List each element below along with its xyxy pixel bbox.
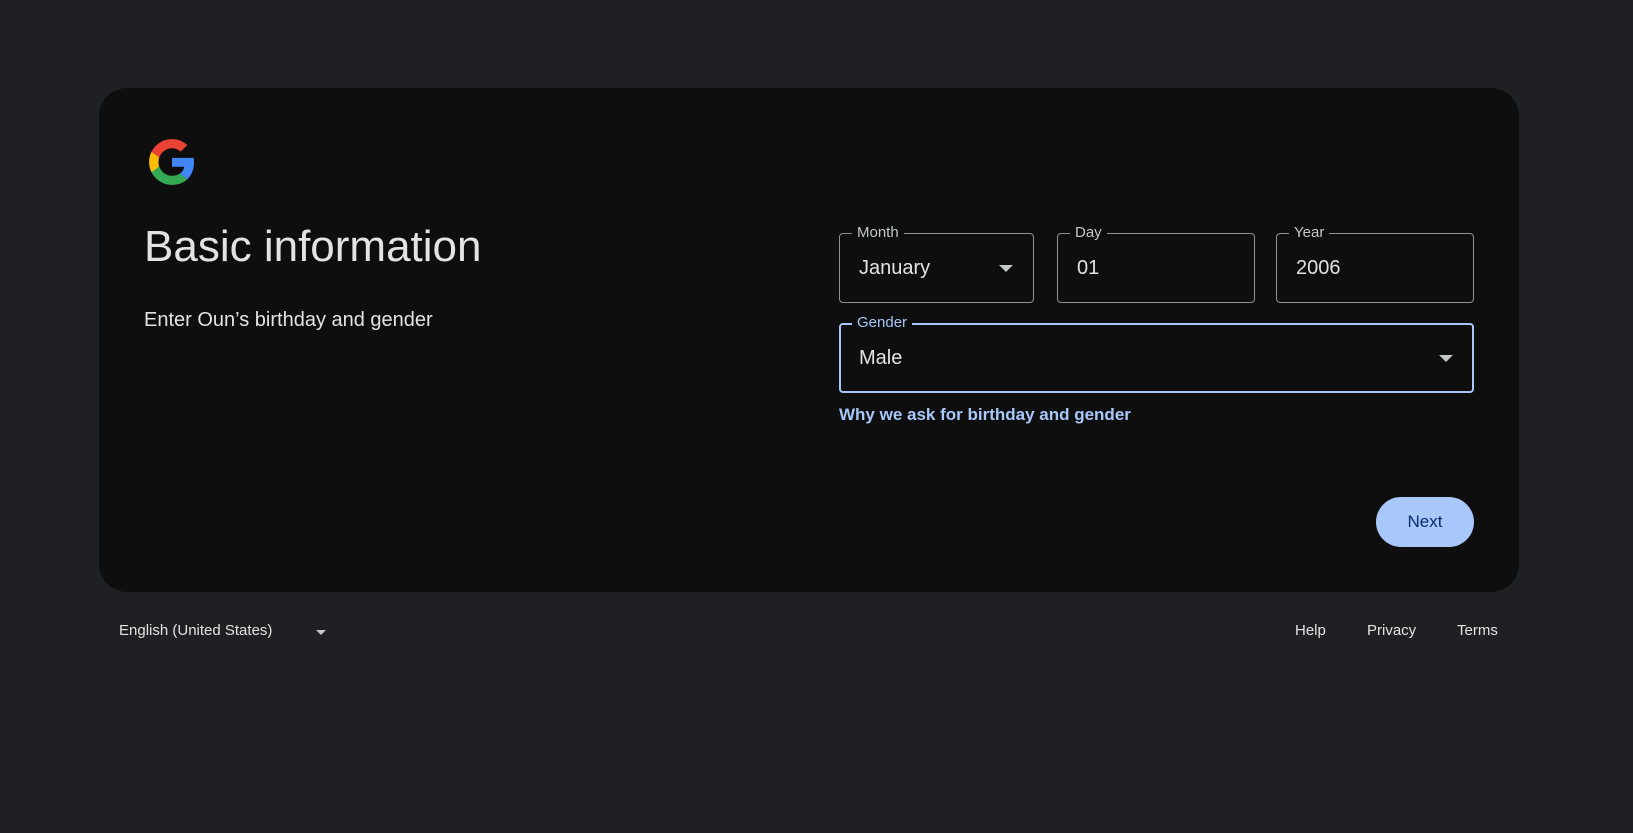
year-input[interactable]: Year 2006 [1276, 223, 1474, 303]
year-value: 2006 [1296, 257, 1341, 279]
help-link[interactable]: Help [1295, 622, 1326, 639]
gender-value: Male [859, 347, 903, 369]
privacy-link[interactable]: Privacy [1367, 622, 1416, 639]
chevron-down-icon[interactable] [316, 630, 326, 635]
terms-link[interactable]: Terms [1457, 622, 1498, 639]
day-value: 01 [1077, 257, 1100, 279]
chevron-down-icon [999, 265, 1013, 272]
next-button[interactable]: Next [1376, 497, 1474, 547]
page-title: Basic information [144, 222, 482, 271]
google-logo-icon [149, 139, 194, 185]
month-select[interactable]: Month January [839, 223, 1034, 303]
month-value: January [859, 257, 931, 279]
footer: English (United States) Help Privacy Ter… [0, 612, 1633, 652]
why-birthday-gender-link[interactable]: Why we ask for birthday and gender [839, 405, 1131, 425]
language-select[interactable]: English (United States) [119, 622, 272, 639]
signup-card: Basic information Enter Oun’s birthday a… [99, 88, 1519, 592]
page-subtitle: Enter Oun’s birthday and gender [144, 309, 433, 331]
chevron-down-icon [1439, 355, 1453, 362]
gender-select[interactable]: Gender Male [839, 313, 1474, 393]
day-input[interactable]: Day 01 [1057, 223, 1255, 303]
